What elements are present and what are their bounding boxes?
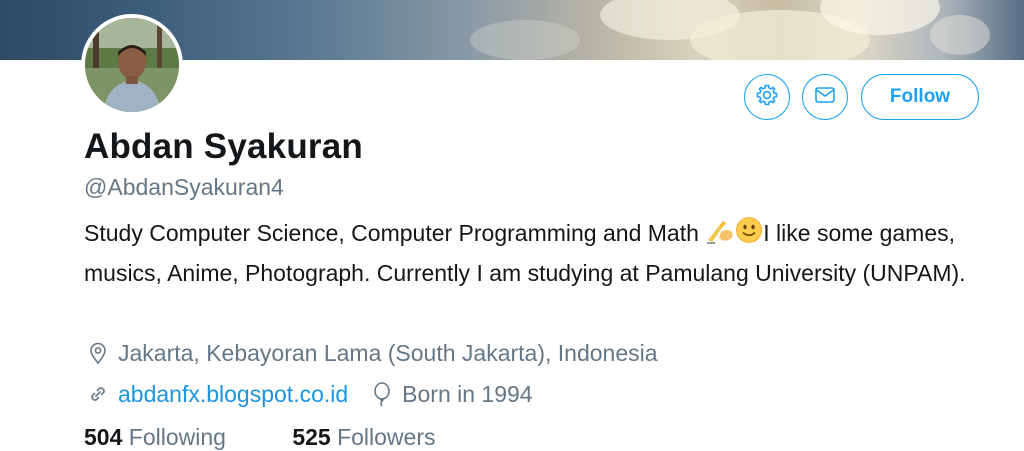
bio-text-part-1: Study Computer Science, Computer Program…	[84, 220, 706, 246]
followers-count[interactable]: 525	[292, 424, 330, 450]
follow-button[interactable]: Follow	[861, 74, 979, 120]
link-icon	[84, 380, 112, 408]
profile-bio: Study Computer Science, Computer Program…	[84, 215, 1004, 292]
location-text: Jakarta, Kebayoran Lama (South Jakarta),…	[118, 339, 658, 366]
profile-name: Abdan Syakuran	[84, 127, 363, 166]
profile-location: Jakarta, Kebayoran Lama (South Jakarta),…	[84, 339, 658, 367]
profile-handle: @AbdanSyakuran4	[84, 174, 284, 200]
followers-label[interactable]: Followers	[337, 424, 435, 450]
balloon-icon	[368, 380, 396, 408]
profile-links-row: abdanfx.blogspot.co.id Born in 1994	[84, 380, 533, 408]
following-count[interactable]: 504	[84, 424, 122, 450]
envelope-icon	[813, 83, 837, 112]
follow-stats: 504 Following 525 Followers	[84, 424, 436, 451]
settings-button[interactable]	[744, 74, 790, 120]
birth-text: Born in 1994	[402, 380, 533, 407]
message-button[interactable]	[802, 74, 848, 120]
website-link[interactable]: abdanfx.blogspot.co.id	[118, 381, 348, 408]
writing-hand-emoji	[705, 218, 735, 255]
avatar[interactable]	[81, 14, 183, 116]
following-label[interactable]: Following	[129, 424, 226, 450]
location-pin-icon	[84, 339, 112, 367]
slightly-smiling-face-emoji	[735, 216, 763, 255]
gear-icon	[755, 83, 779, 112]
